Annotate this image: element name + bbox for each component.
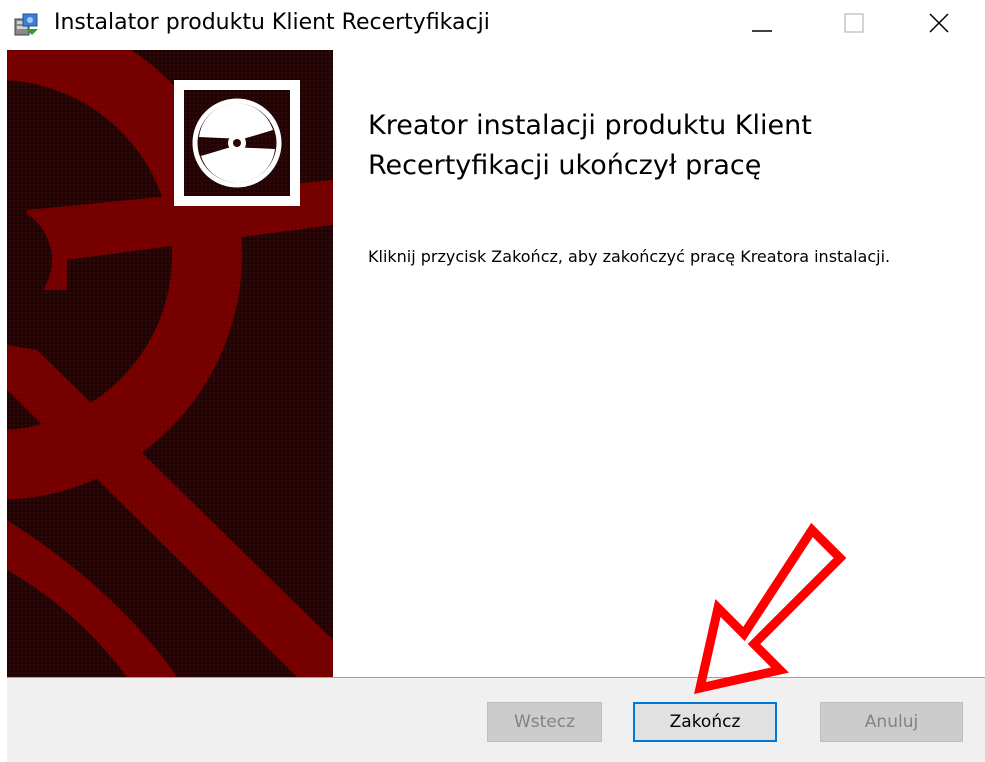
disc-icon bbox=[174, 80, 300, 206]
maximize-icon bbox=[844, 13, 864, 33]
close-button[interactable] bbox=[893, 0, 985, 48]
finish-button[interactable]: Zakończ bbox=[633, 702, 777, 742]
minimize-icon bbox=[752, 30, 772, 32]
title-bar[interactable]: Instalator produktu Klient Recertyfikacj… bbox=[0, 0, 985, 50]
red-arrow-icon bbox=[694, 522, 847, 694]
back-button: Wstecz bbox=[487, 702, 602, 742]
close-icon bbox=[929, 13, 949, 33]
window-title: Instalator produktu Klient Recertyfikacj… bbox=[54, 10, 490, 35]
maximize-button bbox=[808, 0, 900, 48]
banner-image bbox=[7, 50, 333, 677]
cancel-button: Anuluj bbox=[820, 702, 963, 742]
minimize-button[interactable] bbox=[716, 0, 808, 48]
instructions-text: Kliknij przycisk Zakończ, aby zakończyć … bbox=[368, 247, 891, 266]
installer-icon bbox=[14, 13, 38, 36]
page-title: Kreator instalacji produktu Klient Recer… bbox=[368, 110, 812, 181]
installer-window: Instalator produktu Klient Recertyfikacj… bbox=[0, 0, 985, 762]
